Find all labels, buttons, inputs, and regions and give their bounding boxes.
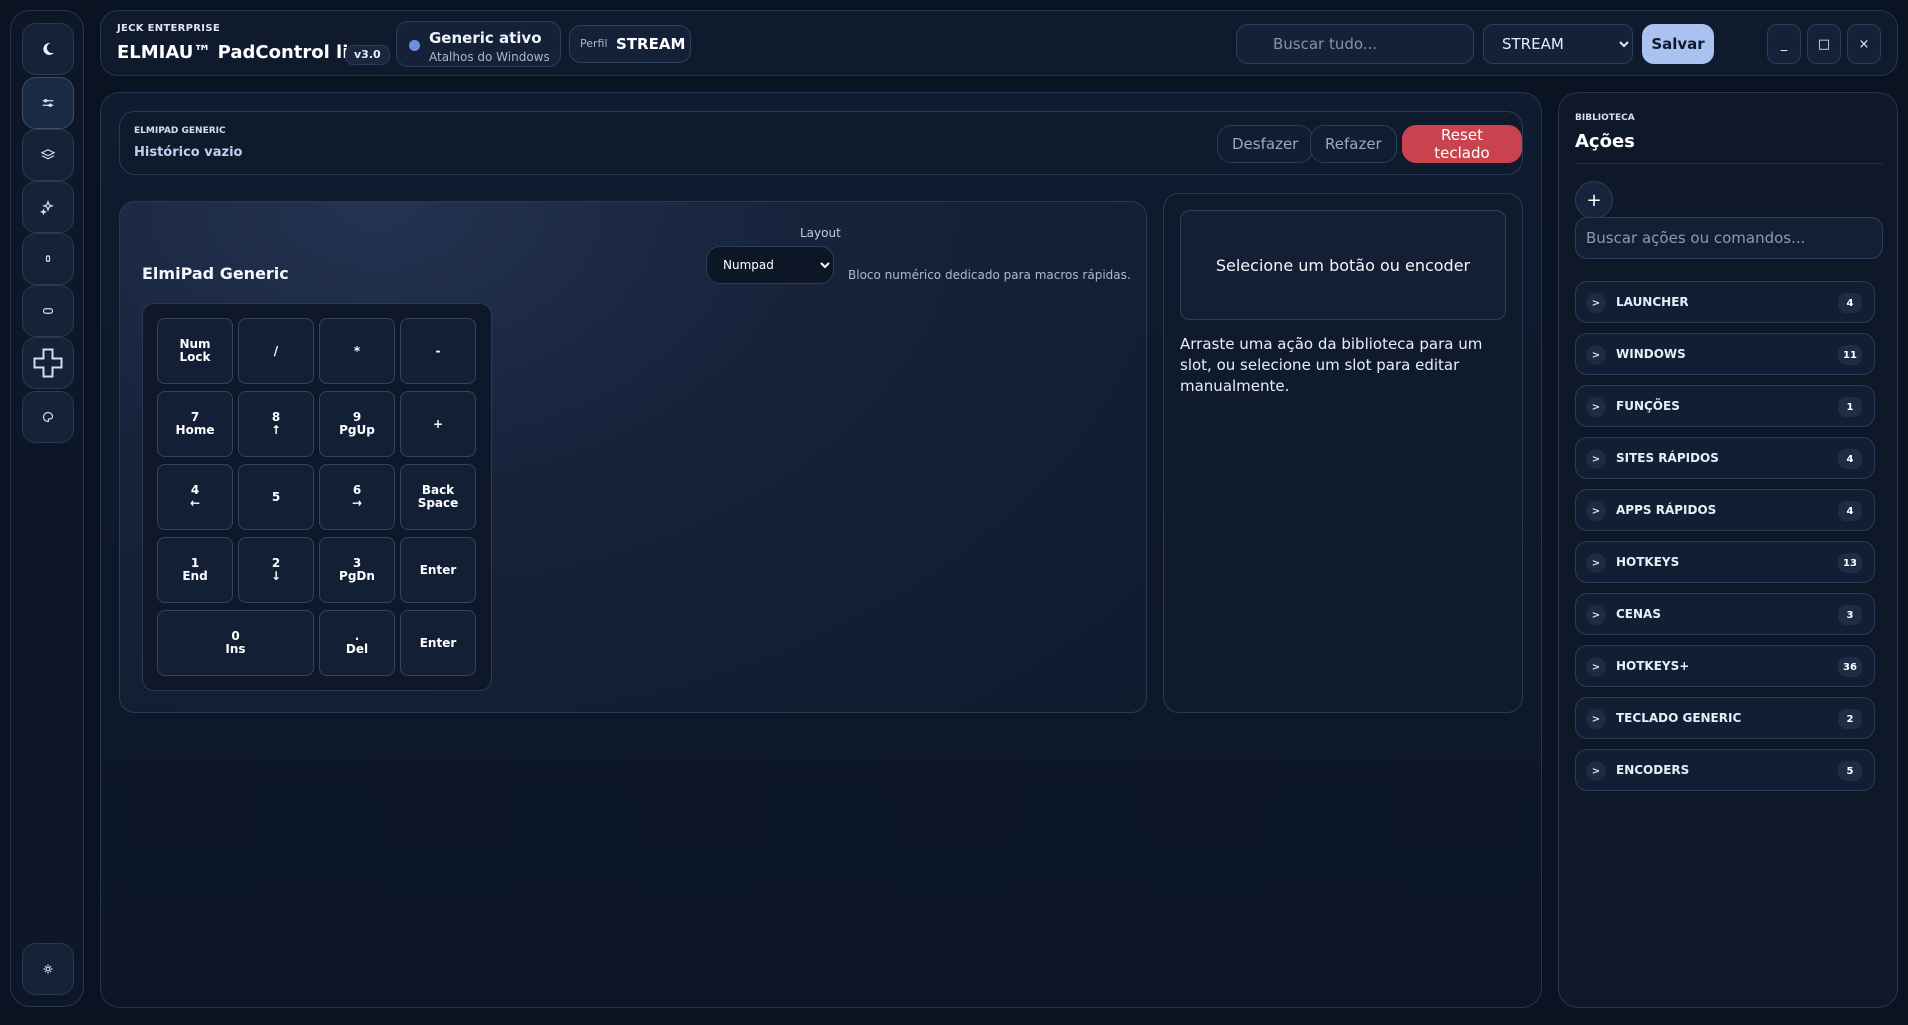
pad-title: ElmiPad Generic xyxy=(142,264,289,283)
key-multiply[interactable]: * xyxy=(319,318,395,384)
count-badge: 36 xyxy=(1838,657,1862,677)
category-windows[interactable]: > WINDOWS 11 xyxy=(1575,333,1875,375)
count-badge: 4 xyxy=(1838,293,1862,313)
key-enter-lower[interactable]: Enter xyxy=(400,610,476,676)
profile-label: Perfil xyxy=(580,37,608,50)
status-title: Generic ativo xyxy=(429,29,542,47)
key-minus[interactable]: - xyxy=(400,318,476,384)
app-title: ELMIAU™ PadControl lite xyxy=(117,42,370,63)
layout-description: Bloco numérico dedicado para macros rápi… xyxy=(848,268,1131,282)
count-badge: 5 xyxy=(1838,761,1862,781)
count-badge: 1 xyxy=(1838,397,1862,417)
key-1[interactable]: 1 End xyxy=(157,537,233,603)
detail-panel: Selecione um botão ou encoder Arraste um… xyxy=(1163,193,1523,713)
left-rail xyxy=(10,10,84,1007)
library-section-label: BIBLIOTECA xyxy=(1575,113,1635,123)
nav-sliders-icon[interactable] xyxy=(22,77,74,129)
top-bar: JECK ENTERPRISE ELMIAU™ PadControl lite … xyxy=(100,10,1898,76)
company-name: JECK ENTERPRISE xyxy=(117,23,220,34)
library-divider xyxy=(1575,163,1883,164)
chevron-right-icon: > xyxy=(1586,761,1606,781)
nav-link-icon[interactable] xyxy=(22,285,74,337)
nav-sparkles-icon[interactable] xyxy=(22,181,74,233)
category-launcher[interactable]: > LAUNCHER 4 xyxy=(1575,281,1875,323)
redo-button[interactable]: Refazer xyxy=(1310,125,1397,163)
category-encoders[interactable]: > ENCODERS 5 xyxy=(1575,749,1875,791)
status-subtitle: Atalhos do Windows xyxy=(429,50,550,64)
category-hotkeys[interactable]: > HOTKEYS 13 xyxy=(1575,541,1875,583)
nav-palette-icon[interactable] xyxy=(22,391,74,443)
key-8[interactable]: 8 ↑ xyxy=(238,391,314,457)
key-backspace[interactable]: Back Space xyxy=(400,464,476,530)
count-badge: 4 xyxy=(1838,449,1862,469)
undo-button[interactable]: Desfazer xyxy=(1217,125,1314,163)
history-bar: ELMIPAD GENERIC Histórico vazio Desfazer… xyxy=(119,111,1523,175)
category-teclado-generic[interactable]: > TECLADO GENERIC 2 xyxy=(1575,697,1875,739)
key-decimal[interactable]: . Del xyxy=(319,610,395,676)
nav-layers-icon[interactable] xyxy=(22,129,74,181)
count-badge: 13 xyxy=(1838,553,1862,573)
count-badge: 4 xyxy=(1838,501,1862,521)
nav-device-icon[interactable] xyxy=(22,233,74,285)
profile-value: STREAM xyxy=(616,35,686,53)
key-enter-upper[interactable]: Enter xyxy=(400,537,476,603)
profile-select[interactable]: STREAM xyxy=(1483,24,1633,64)
history-status: Histórico vazio xyxy=(134,145,243,160)
nav-dpad-icon[interactable] xyxy=(22,337,74,389)
key-divide[interactable]: / xyxy=(238,318,314,384)
actions-search-input[interactable] xyxy=(1575,217,1883,259)
device-name: ELMIPAD GENERIC xyxy=(134,126,226,136)
layout-label: Layout xyxy=(800,226,841,240)
key-6[interactable]: 6 → xyxy=(319,464,395,530)
reset-keyboard-button[interactable]: Reset teclado xyxy=(1402,125,1522,163)
key-9[interactable]: 9 PgUp xyxy=(319,391,395,457)
key-3[interactable]: 3 PgDn xyxy=(319,537,395,603)
key-7[interactable]: 7 Home xyxy=(157,391,233,457)
close-button[interactable]: × xyxy=(1847,24,1881,64)
key-plus[interactable]: + xyxy=(400,391,476,457)
category-cenas[interactable]: > CENAS 3 xyxy=(1575,593,1875,635)
app-logo-icon[interactable] xyxy=(22,23,74,75)
profile-pill[interactable]: Perfil STREAM xyxy=(569,25,691,63)
global-search-input[interactable] xyxy=(1236,24,1474,64)
key-0[interactable]: 0 Ins xyxy=(157,610,314,676)
version-badge: v3.0 xyxy=(345,45,390,65)
category-sites-rapidos[interactable]: > SITES RÁPIDOS 4 xyxy=(1575,437,1875,479)
category-apps-rapidos[interactable]: > APPS RÁPIDOS 4 xyxy=(1575,489,1875,531)
chevron-right-icon: > xyxy=(1586,501,1606,521)
category-funcoes[interactable]: > FUNÇÕES 1 xyxy=(1575,385,1875,427)
key-2[interactable]: 2 ↓ xyxy=(238,537,314,603)
status-dot-icon xyxy=(409,40,420,51)
main-panel: ELMIPAD GENERIC Histórico vazio Desfazer… xyxy=(100,92,1542,1008)
chevron-right-icon: > xyxy=(1586,605,1606,625)
selection-placeholder[interactable]: Selecione um botão ou encoder xyxy=(1180,210,1506,320)
minimize-button[interactable]: _ xyxy=(1767,24,1801,64)
key-5[interactable]: 5 xyxy=(238,464,314,530)
detail-hint: Arraste uma ação da biblioteca para um s… xyxy=(1180,335,1483,395)
library-title: Ações xyxy=(1575,131,1635,152)
chevron-right-icon: > xyxy=(1586,397,1606,417)
actions-library: BIBLIOTECA Ações + >LAUNCHER4 >WINDOWS11… xyxy=(1558,92,1898,1008)
count-badge: 11 xyxy=(1838,345,1862,365)
category-hotkeys-plus[interactable]: > HOTKEYS+ 36 xyxy=(1575,645,1875,687)
count-badge: 2 xyxy=(1838,709,1862,729)
settings-gear-icon[interactable] xyxy=(22,943,74,995)
chevron-right-icon: > xyxy=(1586,553,1606,573)
chevron-right-icon: > xyxy=(1586,345,1606,365)
pad-panel: ElmiPad Generic Layout Numpad Bloco numé… xyxy=(119,201,1147,713)
maximize-button[interactable]: □ xyxy=(1807,24,1841,64)
key-4[interactable]: 4 ← xyxy=(157,464,233,530)
chevron-right-icon: > xyxy=(1586,657,1606,677)
chevron-right-icon: > xyxy=(1586,293,1606,313)
chevron-right-icon: > xyxy=(1586,449,1606,469)
chevron-right-icon: > xyxy=(1586,709,1606,729)
numpad-grid: Num Lock / * - 7 Home 8 ↑ 9 PgUp + 4 ← 5 6 → B… xyxy=(142,303,492,691)
count-badge: 3 xyxy=(1838,605,1862,625)
save-button[interactable]: Salvar xyxy=(1642,24,1714,64)
key-numlock[interactable]: Num Lock xyxy=(157,318,233,384)
layout-select[interactable]: Numpad xyxy=(706,246,834,284)
add-action-button[interactable]: + xyxy=(1575,181,1613,219)
device-status-pill[interactable]: Generic ativo Atalhos do Windows xyxy=(396,21,561,67)
